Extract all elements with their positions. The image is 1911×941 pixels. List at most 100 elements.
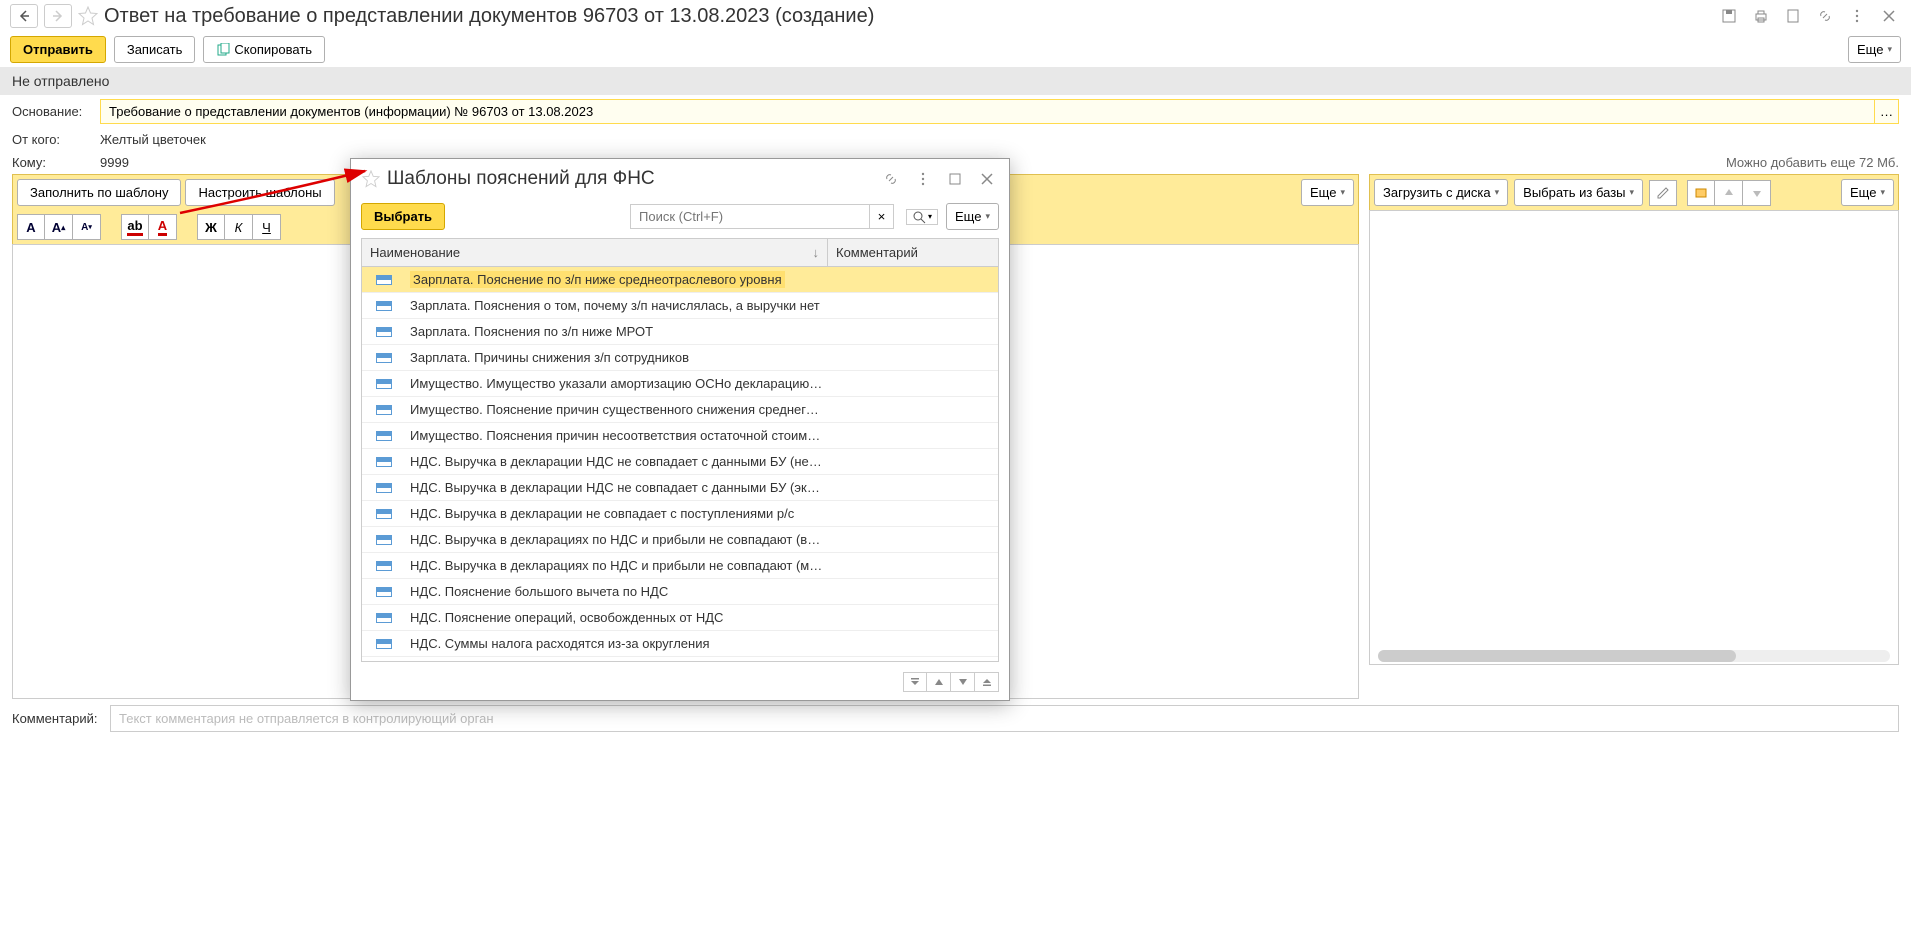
modal-title: Шаблоны пояснений для ФНС xyxy=(387,168,873,190)
table-row[interactable]: Имущество. Пояснение причин существенног… xyxy=(362,397,998,423)
select-db-button[interactable]: Выбрать из базы xyxy=(1514,179,1643,206)
table-row[interactable]: НДС. Выручка в декларации не совпадает с… xyxy=(362,501,998,527)
nav-first-button[interactable] xyxy=(903,672,927,692)
save-button[interactable]: Записать xyxy=(114,36,196,63)
modal-search-input[interactable] xyxy=(630,204,870,229)
right-more-button[interactable]: Еще xyxy=(1841,179,1894,206)
template-icon xyxy=(376,327,392,337)
copy-icon xyxy=(216,43,230,57)
basis-input[interactable] xyxy=(100,99,1875,124)
table-row[interactable]: НДС. Пояснение большого вычета по НДС xyxy=(362,579,998,605)
copy-button[interactable]: Скопировать xyxy=(203,36,325,63)
menu-icon-button[interactable] xyxy=(1845,4,1869,28)
template-icon xyxy=(376,587,392,597)
row-name-cell: Зарплата. Пояснение по з/п ниже среднеот… xyxy=(406,271,828,288)
font-increase-button[interactable]: A▴ xyxy=(45,214,73,240)
print-icon-button[interactable] xyxy=(1749,4,1773,28)
send-button[interactable]: Отправить xyxy=(10,36,106,63)
table-row[interactable]: Зарплата. Причины снижения з/п сотрудник… xyxy=(362,345,998,371)
table-row[interactable]: Имущество. Пояснения причин несоответств… xyxy=(362,423,998,449)
from-label: От кого: xyxy=(12,132,92,147)
row-name-cell: НДС. Выручка в декларациях по НДС и приб… xyxy=(406,531,828,548)
modal-link-button[interactable] xyxy=(879,167,903,191)
report-icon-button[interactable] xyxy=(1781,4,1805,28)
modal-select-button[interactable]: Выбрать xyxy=(361,203,445,230)
table-row[interactable]: Зарплата. Пояснения о том, почему з/п на… xyxy=(362,293,998,319)
more-button[interactable]: Еще xyxy=(1848,36,1901,63)
configure-templates-button[interactable]: Настроить шаблоны xyxy=(185,179,334,206)
nav-back-button[interactable] xyxy=(10,4,38,28)
modal-favorite-icon[interactable] xyxy=(361,169,381,189)
italic-button[interactable]: К xyxy=(225,214,253,240)
left-more-button[interactable]: Еще xyxy=(1301,179,1354,206)
template-icon xyxy=(376,639,392,649)
underline-button[interactable]: Ч xyxy=(253,214,281,240)
template-icon xyxy=(376,379,392,389)
table-row[interactable]: НДС. Выручка в декларации НДС не совпада… xyxy=(362,449,998,475)
attach-icon-button[interactable] xyxy=(1687,180,1715,206)
col-comment-header[interactable]: Комментарий xyxy=(828,239,998,266)
modal-table: Наименование ↓ Комментарий Зарплата. Поя… xyxy=(361,238,999,662)
row-name-text: НДС. Пояснение операций, освобожденных о… xyxy=(410,610,723,625)
col-name-header[interactable]: Наименование ↓ xyxy=(362,239,828,266)
scrollbar[interactable] xyxy=(1378,650,1890,662)
template-icon xyxy=(376,301,392,311)
attachment-area[interactable] xyxy=(1369,210,1899,665)
modal-search-clear-button[interactable]: × xyxy=(870,204,894,229)
table-row[interactable]: Зарплата. Пояснения по з/п ниже МРОТ xyxy=(362,319,998,345)
font-decrease-button[interactable]: A▾ xyxy=(73,214,101,240)
nav-forward-button[interactable] xyxy=(44,4,72,28)
link-icon-button[interactable] xyxy=(1813,4,1837,28)
table-row[interactable]: НДС. Суммы налога расходятся из-за округ… xyxy=(362,631,998,657)
row-name-cell: НДС. Выручка в декларации НДС не совпада… xyxy=(406,479,828,496)
nav-prev-button[interactable] xyxy=(927,672,951,692)
row-name-text: НДС. Пояснение большого вычета по НДС xyxy=(410,584,668,599)
nav-last-button[interactable] xyxy=(975,672,999,692)
font-color-button[interactable]: A xyxy=(149,214,177,240)
edit-icon-button[interactable] xyxy=(1649,180,1677,206)
modal-maximize-button[interactable] xyxy=(943,167,967,191)
copy-label: Скопировать xyxy=(234,42,312,57)
modal-close-button[interactable] xyxy=(975,167,999,191)
comment-input[interactable] xyxy=(110,705,1899,732)
bold-button[interactable]: Ж xyxy=(197,214,225,240)
row-name-text: НДС. Выручка в декларациях по НДС и приб… xyxy=(410,532,827,547)
table-row[interactable]: НДС. Пояснение операций, освобожденных о… xyxy=(362,605,998,631)
modal-search-button[interactable] xyxy=(906,209,938,225)
nav-next-button[interactable] xyxy=(951,672,975,692)
row-name-text: Имущество. Пояснения причин несоответств… xyxy=(410,428,827,443)
row-icon-cell xyxy=(362,379,406,389)
save-icon-button[interactable] xyxy=(1717,4,1741,28)
table-row[interactable]: Имущество. Имущество указали амортизацию… xyxy=(362,371,998,397)
size-hint: Можно добавить еще 72 Мб. xyxy=(1726,155,1899,170)
row-name-cell: НДС. Пояснение операций, освобожденных о… xyxy=(406,609,828,626)
row-name-text: Зарплата. Пояснение по з/п ниже среднеот… xyxy=(410,271,785,288)
floppy-icon xyxy=(1721,8,1737,24)
table-row[interactable]: Зарплата. Пояснение по з/п ниже среднеот… xyxy=(362,267,998,293)
table-row[interactable]: НДС. Выручка в декларациях по НДС и приб… xyxy=(362,527,998,553)
font-normal-button[interactable]: A xyxy=(17,214,45,240)
page-title: Ответ на требование о представлении доку… xyxy=(104,5,1711,28)
modal-more-button[interactable]: Еще xyxy=(946,203,999,230)
template-icon xyxy=(376,431,392,441)
move-down-icon-button[interactable] xyxy=(1743,180,1771,206)
scrollbar-thumb[interactable] xyxy=(1378,650,1736,662)
template-icon xyxy=(376,405,392,415)
row-name-text: НДС. Выручка в декларации НДС не совпада… xyxy=(410,480,826,495)
move-up-icon-button[interactable] xyxy=(1715,180,1743,206)
basis-select-button[interactable]: … xyxy=(1875,99,1899,124)
fill-template-button[interactable]: Заполнить по шаблону xyxy=(17,179,181,206)
favorite-star-icon[interactable] xyxy=(78,6,98,26)
highlight-color-button[interactable]: ab xyxy=(121,214,149,240)
row-name-cell: Имущество. Пояснения причин несоответств… xyxy=(406,427,828,444)
load-disk-button[interactable]: Загрузить с диска xyxy=(1374,179,1508,206)
table-row[interactable]: НДС. Выручка в декларациях по НДС и приб… xyxy=(362,553,998,579)
modal-menu-button[interactable] xyxy=(911,167,935,191)
row-name-cell: Зарплата. Пояснения по з/п ниже МРОТ xyxy=(406,323,828,340)
close-window-button[interactable] xyxy=(1877,4,1901,28)
magnifier-icon xyxy=(912,210,926,224)
template-icon xyxy=(376,613,392,623)
table-row[interactable]: НДС. Выручка в декларации НДС не совпада… xyxy=(362,475,998,501)
main-toolbar: Отправить Записать Скопировать Еще xyxy=(0,32,1911,67)
modal-toolbar: Выбрать × Еще xyxy=(351,199,1009,238)
